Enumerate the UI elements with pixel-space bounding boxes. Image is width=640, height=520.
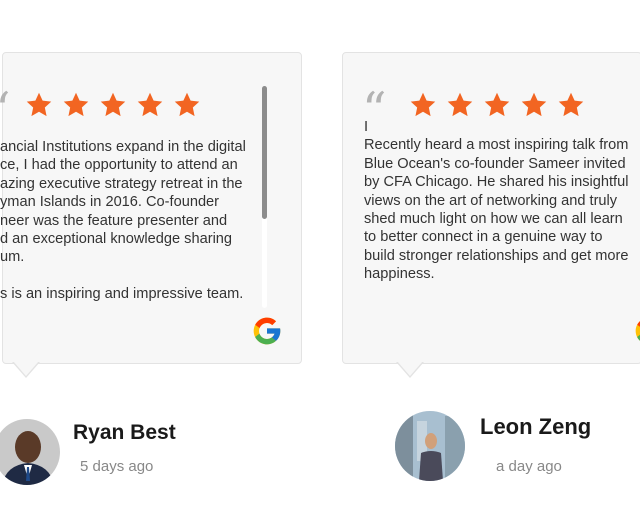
- reviewer-photo: [395, 411, 465, 481]
- avatar: [395, 411, 465, 481]
- reviewer-photo: [0, 419, 60, 485]
- review-time: 5 days ago: [80, 458, 154, 475]
- review-text-line: yman Islands in 2016. Co-founder: [0, 194, 220, 211]
- star-rating: [25, 91, 201, 119]
- quote-mark: “: [0, 86, 11, 134]
- review-text-line: happiness.: [364, 266, 435, 283]
- star-icon: [484, 92, 510, 117]
- star-icon: [174, 92, 200, 117]
- scrollbar[interactable]: [262, 86, 267, 308]
- avatar: [0, 419, 60, 485]
- star-icon: [410, 92, 436, 117]
- star-icon: [558, 92, 584, 117]
- card-pointer: [396, 361, 424, 378]
- review-text-line: [0, 267, 258, 285]
- star-icon: [26, 92, 52, 117]
- review-text-line: s is an inspiring and impressive team.: [0, 286, 244, 303]
- review-text-line: shed much light on how we can all learn: [364, 211, 623, 228]
- review-time: a day ago: [496, 458, 562, 475]
- review-text-line: ce, I had the opportunity to attend an: [0, 157, 238, 174]
- reviewer-name: Ryan Best: [73, 421, 176, 444]
- google-icon[interactable]: [633, 315, 640, 347]
- review-text-line: neer was the feature presenter and: [0, 212, 228, 229]
- star-icon: [447, 92, 473, 117]
- review-text-line: by CFA Chicago. He shared his insightful: [364, 174, 629, 191]
- review-text: I Recently heard a most inspiring talk f…: [364, 118, 640, 284]
- review-text-line: to better connect in a genuine way to: [364, 229, 603, 246]
- reviewer-name: Leon Zeng: [480, 414, 592, 439]
- review-text-line: um.: [0, 249, 25, 266]
- review-text: ancial Institutions expand in the digita…: [0, 138, 258, 304]
- review-text-line: views on the art of networking and truly: [364, 192, 618, 209]
- review-text-line: d an exceptional knowledge sharing: [0, 231, 233, 248]
- review-text-line: Blue Ocean's co-founder Sameer invited: [364, 155, 626, 172]
- star-rating: [409, 91, 585, 119]
- review-text-line: I: [364, 119, 369, 135]
- review-text-line: azing executive strategy retreat in the: [0, 175, 243, 192]
- card-pointer: [12, 361, 40, 378]
- review-text-line: build stronger relationships and get mor…: [364, 247, 629, 264]
- scrollbar-thumb[interactable]: [262, 86, 267, 219]
- review-text-line: ancial Institutions expand in the digita…: [0, 139, 246, 155]
- star-icon: [100, 92, 126, 117]
- star-icon: [521, 92, 547, 117]
- review-text-line: Recently heard a most inspiring talk fro…: [364, 137, 629, 154]
- star-icon: [63, 92, 89, 117]
- star-icon: [137, 92, 163, 117]
- google-icon[interactable]: [251, 315, 283, 347]
